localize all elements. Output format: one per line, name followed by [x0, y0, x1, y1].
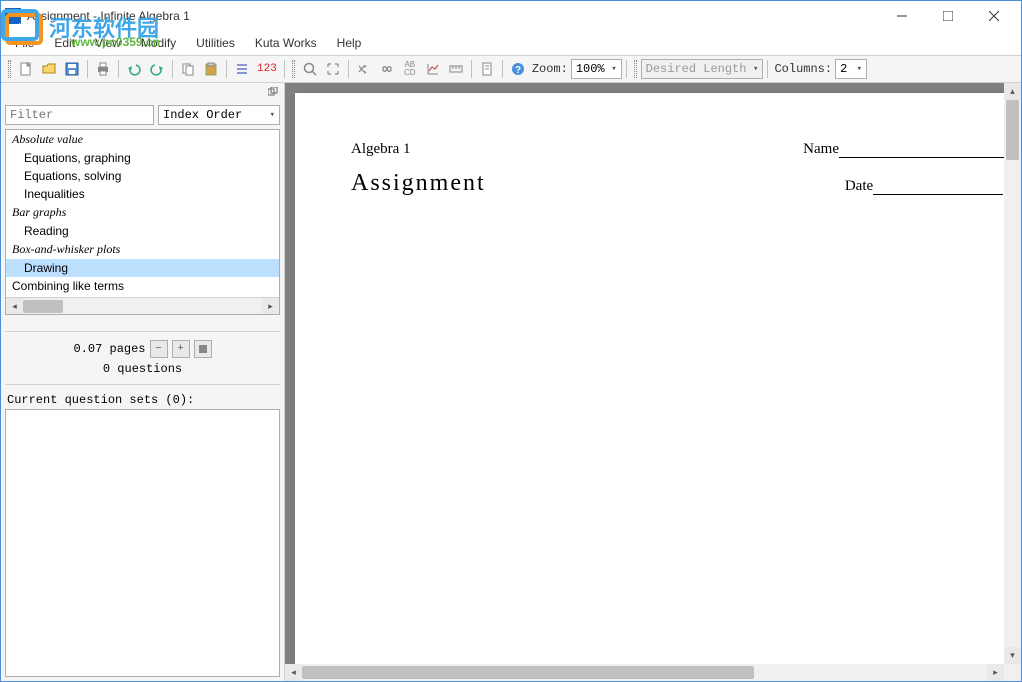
shuffle-icon[interactable]: [353, 58, 375, 80]
menu-modify[interactable]: Modify: [131, 33, 186, 53]
topic-list[interactable]: Absolute value Equations, graphing Equat…: [5, 129, 280, 315]
filter-input[interactable]: [5, 105, 154, 125]
toolbar: 123 ABCD ? Zoom: 100% Desired Length Col…: [1, 55, 1021, 83]
zoom-select[interactable]: 100%: [571, 59, 622, 79]
maximize-button[interactable]: [925, 1, 971, 31]
new-doc-icon[interactable]: [15, 58, 37, 80]
list-icon[interactable]: [231, 58, 253, 80]
window-title: Assignment - Infinite Algebra 1: [27, 9, 879, 23]
document-subject: Algebra 1: [351, 141, 411, 158]
chart-icon[interactable]: [422, 58, 444, 80]
scroll-corner: [1004, 664, 1021, 681]
document-date-field: Date P: [845, 178, 1019, 195]
menu-file[interactable]: File: [5, 33, 44, 53]
scroll-right-icon[interactable]: ▸: [987, 664, 1004, 681]
infinity-icon[interactable]: [376, 58, 398, 80]
sidebar: Index Order Absolute value Equations, gr…: [1, 83, 285, 681]
menu-edit[interactable]: Edit: [44, 33, 85, 53]
order-select[interactable]: Index Order: [158, 105, 280, 125]
scroll-up-icon[interactable]: ▴: [1004, 83, 1021, 100]
stop-button[interactable]: [194, 340, 212, 358]
scroll-thumb[interactable]: [1006, 100, 1019, 160]
desired-length-select[interactable]: Desired Length: [641, 59, 764, 79]
decrement-button[interactable]: −: [150, 340, 168, 358]
scroll-left-icon[interactable]: ◂: [285, 664, 302, 681]
topic-category[interactable]: Box-and-whisker plots: [6, 240, 279, 259]
toolbar-separator: [502, 60, 503, 78]
toolbar-separator: [226, 60, 227, 78]
pages-count: 0.07 pages: [73, 342, 145, 356]
toolbar-separator: [626, 60, 627, 78]
stats-panel: 0.07 pages − + 0 questions: [5, 331, 280, 385]
toolbar-separator: [284, 60, 285, 78]
topic-item[interactable]: Equations, solving: [6, 167, 279, 185]
menubar: File Edit View Modify Utilities Kuta Wor…: [1, 31, 1021, 55]
columns-select[interactable]: 2: [835, 59, 867, 79]
titlebar: Assignment - Infinite Algebra 1: [1, 1, 1021, 31]
open-folder-icon[interactable]: [38, 58, 60, 80]
number-badge-icon[interactable]: 123: [254, 58, 280, 80]
zoom-label: Zoom:: [532, 62, 568, 76]
scroll-right-icon[interactable]: ▸: [262, 298, 279, 315]
topic-item[interactable]: Inequalities: [6, 185, 279, 203]
redo-icon[interactable]: [146, 58, 168, 80]
scroll-left-icon[interactable]: ◂: [6, 298, 23, 315]
topic-list-hscrollbar[interactable]: ◂ ▸: [6, 297, 279, 314]
topic-item[interactable]: Reading: [6, 222, 279, 240]
document-name-field: Name: [803, 141, 1019, 158]
menu-view[interactable]: View: [85, 33, 131, 53]
scroll-down-icon[interactable]: ▾: [1004, 647, 1021, 664]
zoom-in-icon[interactable]: [299, 58, 321, 80]
abcd-icon[interactable]: ABCD: [399, 58, 421, 80]
document-hscrollbar[interactable]: ◂ ▸: [285, 664, 1004, 681]
scroll-thumb[interactable]: [302, 666, 754, 679]
toolbar-separator: [87, 60, 88, 78]
svg-text:?: ?: [515, 65, 521, 76]
copy-icon[interactable]: [177, 58, 199, 80]
print-icon[interactable]: [92, 58, 114, 80]
question-sets-label: Current question sets (0):: [1, 389, 284, 409]
menu-kuta-works[interactable]: Kuta Works: [245, 33, 327, 53]
columns-label: Columns:: [774, 62, 832, 76]
minimize-button[interactable]: [879, 1, 925, 31]
toolbar-separator: [767, 60, 768, 78]
ruler-icon[interactable]: [445, 58, 467, 80]
menu-utilities[interactable]: Utilities: [186, 33, 245, 53]
app-icon: [5, 8, 21, 24]
toolbar-grip[interactable]: [8, 60, 11, 78]
topic-item-selected[interactable]: Drawing: [6, 259, 279, 277]
undo-icon[interactable]: [123, 58, 145, 80]
document-icon[interactable]: [476, 58, 498, 80]
questions-count: 0 questions: [103, 362, 182, 376]
document-area[interactable]: Algebra 1 Name Assignment Date P ▴ ▾ ◂ ▸: [285, 83, 1021, 681]
help-icon[interactable]: ?: [507, 58, 529, 80]
toolbar-separator: [471, 60, 472, 78]
document-page: Algebra 1 Name Assignment Date P: [295, 93, 1021, 681]
save-icon[interactable]: [61, 58, 83, 80]
topic-category[interactable]: Bar graphs: [6, 203, 279, 222]
toolbar-separator: [118, 60, 119, 78]
topic-item[interactable]: Combining like terms: [6, 277, 279, 295]
toolbar-grip[interactable]: [292, 60, 295, 78]
toolbar-grip[interactable]: [634, 60, 637, 78]
topic-item[interactable]: Equations, graphing: [6, 149, 279, 167]
expand-icon[interactable]: [322, 58, 344, 80]
menu-help[interactable]: Help: [327, 33, 372, 53]
question-sets-list[interactable]: [5, 409, 280, 677]
toolbar-separator: [348, 60, 349, 78]
scroll-thumb[interactable]: [23, 300, 63, 313]
increment-button[interactable]: +: [172, 340, 190, 358]
topic-category[interactable]: Absolute value: [6, 130, 279, 149]
document-title: Assignment: [351, 170, 486, 197]
close-button[interactable]: [971, 1, 1017, 31]
toolbar-separator: [172, 60, 173, 78]
document-vscrollbar[interactable]: ▴ ▾: [1004, 83, 1021, 664]
undock-panel-icon[interactable]: [266, 85, 280, 99]
paste-icon[interactable]: [200, 58, 222, 80]
